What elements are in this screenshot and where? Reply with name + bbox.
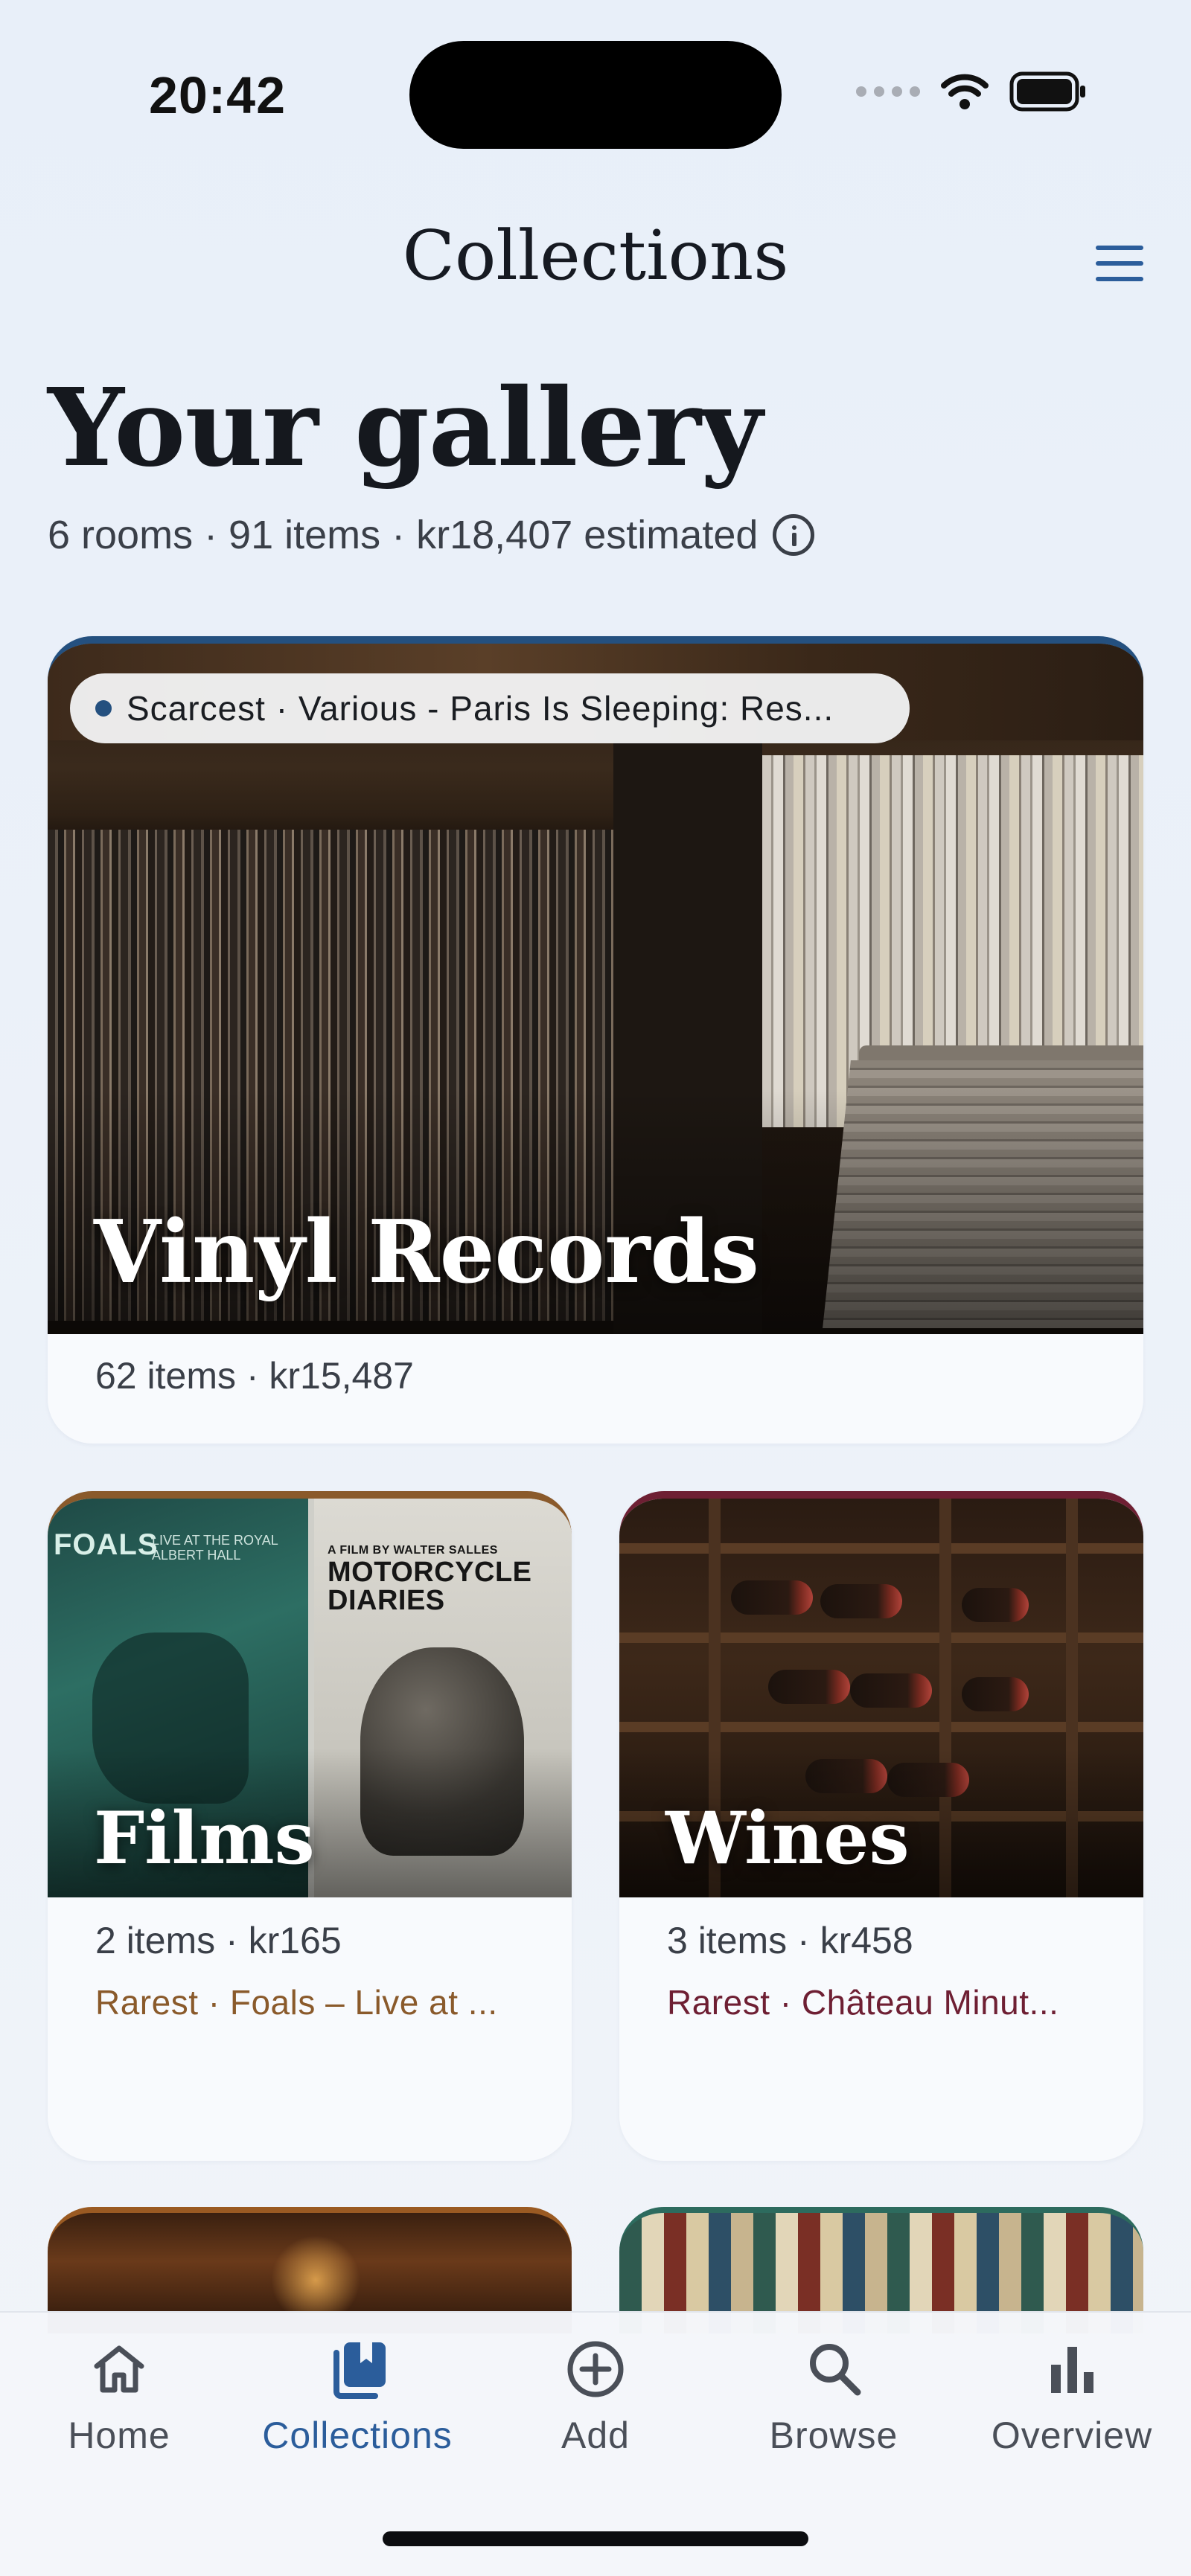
wines-image: Wines	[619, 1499, 1143, 1897]
collection-name: Vinyl Records	[94, 1202, 759, 1303]
rarest-item: Rarest · Château Minut...	[667, 1983, 1059, 2022]
wifi-icon	[941, 74, 989, 109]
tab-label: Browse	[769, 2415, 898, 2456]
scarcest-badge-label: Scarcest · Various - Paris Is Sleeping: …	[127, 689, 834, 728]
collections-icon	[333, 2342, 386, 2399]
search-icon	[810, 2344, 861, 2396]
hamburger-icon	[1096, 246, 1143, 250]
gallery-summary: 6 rooms · 91 items · kr18,407 estimated	[48, 512, 815, 558]
page-title: Collections	[402, 216, 789, 295]
tab-home[interactable]: Home	[15, 2338, 223, 2457]
home-icon	[94, 2345, 144, 2393]
collection-card-films[interactable]: FOALS LIVE AT THE ROYAL ALBERT HALL A FI…	[48, 1491, 572, 2161]
info-icon[interactable]	[773, 514, 815, 556]
dynamic-island	[409, 41, 782, 149]
motorcycle-diaries-cover: A FILM BY WALTER SALLES MOTORCYCLE DIARI…	[328, 1543, 532, 1616]
collection-meta: 3 items · kr458	[667, 1920, 913, 1961]
gallery-summary-text: 6 rooms · 91 items · kr18,407 estimated	[48, 513, 759, 557]
status-icons	[856, 71, 1087, 112]
badge-dot-icon	[95, 700, 112, 717]
collection-meta: 2 items · kr165	[95, 1920, 342, 1961]
tab-overview[interactable]: Overview	[968, 2338, 1176, 2457]
film-title: MOTORCYCLE DIARIES	[328, 1557, 532, 1616]
tab-collections[interactable]: Collections	[253, 2338, 462, 2457]
battery-icon	[1009, 71, 1085, 112]
status-time: 20:42	[149, 66, 287, 124]
foals-cover-subtitle: LIVE AT THE ROYAL ALBERT HALL	[152, 1533, 278, 1563]
collection-name: Films	[94, 1796, 315, 1880]
bar-chart-icon	[1051, 2347, 1093, 2393]
collection-card-wines[interactable]: Wines 3 items · kr458 Rarest · Château M…	[619, 1491, 1143, 2161]
rarest-item: Rarest · Foals – Live at ...	[95, 1983, 498, 2022]
cellular-signal-icon	[856, 86, 920, 97]
add-circle-icon	[567, 2341, 624, 2397]
home-indicator	[383, 2531, 808, 2546]
tab-add[interactable]: Add	[491, 2338, 700, 2457]
tab-label: Add	[561, 2415, 630, 2456]
collection-name: Wines	[665, 1796, 910, 1880]
tab-browse[interactable]: Browse	[729, 2338, 938, 2457]
tab-label: Overview	[991, 2415, 1153, 2456]
collection-meta: 62 items · kr15,487	[95, 1355, 414, 1397]
gallery-title: Your gallery	[48, 365, 763, 490]
tab-label: Collections	[262, 2415, 453, 2456]
tab-label: Home	[68, 2415, 170, 2456]
vinyl-records-image: Scarcest · Various - Paris Is Sleeping: …	[48, 644, 1143, 1334]
film-tagline: A FILM BY WALTER SALLES	[328, 1544, 498, 1557]
foals-cover-title: FOALS	[54, 1528, 159, 1561]
collection-card-vinyl-records[interactable]: Scarcest · Various - Paris Is Sleeping: …	[48, 636, 1143, 1444]
menu-button[interactable]	[1096, 246, 1143, 281]
films-image: FOALS LIVE AT THE ROYAL ALBERT HALL A FI…	[48, 1499, 572, 1897]
scarcest-badge: Scarcest · Various - Paris Is Sleeping: …	[70, 673, 910, 743]
